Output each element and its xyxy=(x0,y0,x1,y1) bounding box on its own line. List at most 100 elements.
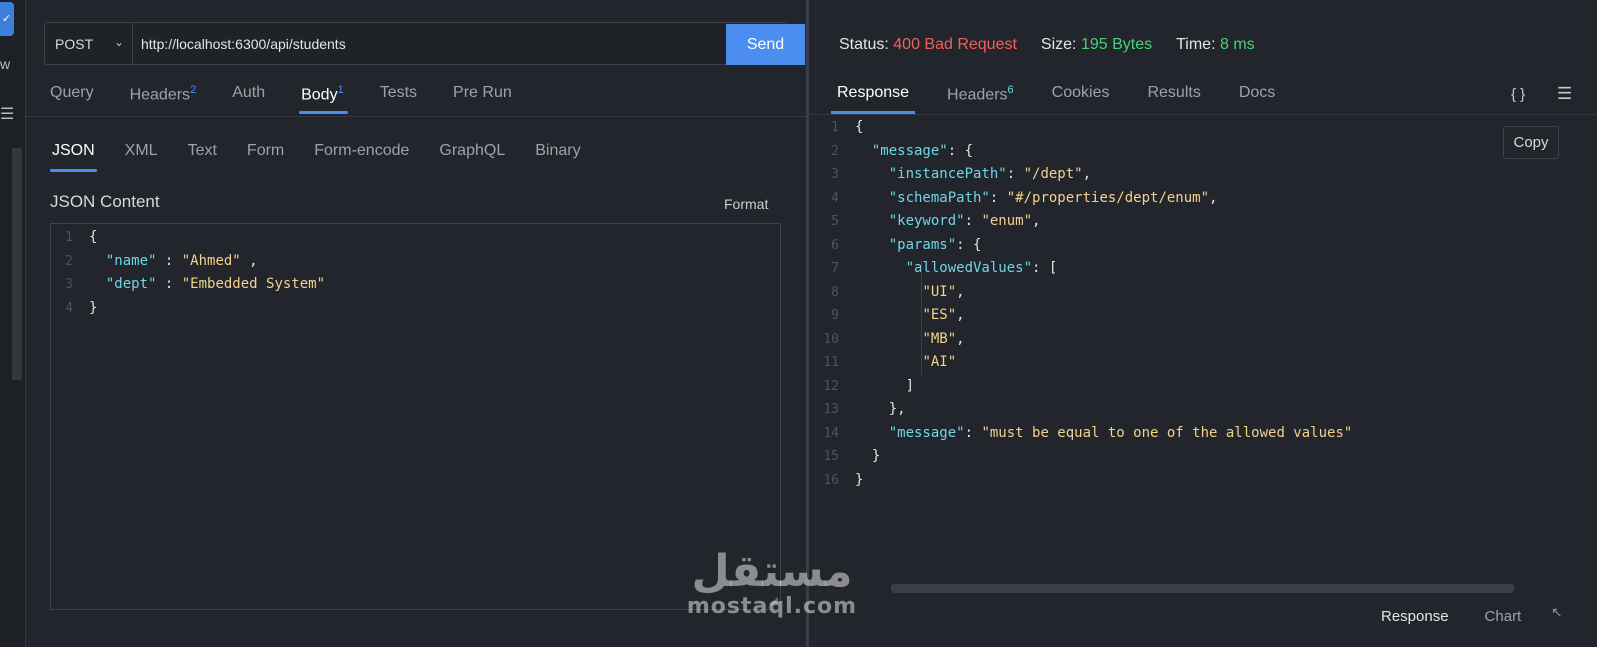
url-input[interactable]: http://localhost:6300/api/students xyxy=(141,23,346,64)
json-punct: , xyxy=(956,330,965,347)
tab-tests[interactable]: Tests xyxy=(380,84,417,114)
json-punct: : xyxy=(989,189,1007,206)
line-number: 3 xyxy=(65,277,73,292)
body-type-form-encode[interactable]: Form-encode xyxy=(314,142,409,172)
body-type-form[interactable]: Form xyxy=(247,142,284,172)
body-type-xml[interactable]: XML xyxy=(125,142,158,172)
response-code: 1{2 "message": {3 "instancePath": "/dept… xyxy=(817,116,1352,492)
request-code: 1{2 "name" : "Ahmed" ,3 "dept" : "Embedd… xyxy=(51,224,780,320)
tab-label: Auth xyxy=(232,84,266,101)
format-button[interactable]: Format xyxy=(724,196,768,212)
json-punct: ] xyxy=(855,377,915,394)
body-type-graphql[interactable]: GraphQL xyxy=(439,142,505,172)
code-line: 2 "message": { xyxy=(817,140,1352,164)
braces-icon[interactable]: { } xyxy=(1511,86,1525,103)
check-icon[interactable]: ✓ xyxy=(0,2,14,36)
send-button[interactable]: Send xyxy=(726,24,805,65)
tab-response[interactable]: Response xyxy=(830,84,916,114)
tab-pre-run[interactable]: Pre Run xyxy=(453,84,512,114)
json-string: "AI" xyxy=(922,354,957,370)
json-key: "message" xyxy=(888,424,965,441)
line-number: 1 xyxy=(831,120,839,135)
code-line: 4} xyxy=(51,297,780,321)
app-window: ✓ w ☰ POST ⌄ http://localhost:6300/api/s… xyxy=(0,0,1597,647)
tab-auth[interactable]: Auth xyxy=(232,84,265,114)
json-key: "params" xyxy=(888,236,957,253)
code-line: 15 } xyxy=(817,445,1352,469)
view-tab-chart[interactable]: Chart xyxy=(1485,608,1522,625)
json-punct: , xyxy=(1082,166,1092,182)
menu-icon[interactable]: ☰ xyxy=(1557,84,1572,104)
json-punct: , xyxy=(1209,189,1218,206)
code-line: 4 "schemaPath": "#/properties/dept/enum"… xyxy=(817,187,1352,211)
json-punct: , xyxy=(956,307,965,323)
json-punct xyxy=(89,273,106,297)
tab-label: Cookies xyxy=(1051,84,1110,101)
json-key: "allowedValues" xyxy=(905,260,1033,276)
tab-query[interactable]: Query xyxy=(50,84,94,114)
body-type-binary[interactable]: Binary xyxy=(535,142,580,172)
code-line: 8 "UI", xyxy=(817,281,1352,305)
view-tab-response[interactable]: Response xyxy=(1381,608,1449,625)
horizontal-scrollbar[interactable] xyxy=(891,584,1514,593)
tab-label: Results xyxy=(1147,84,1201,101)
tab-label: Docs xyxy=(1238,84,1276,101)
json-punct: , xyxy=(240,252,258,269)
json-punct: } xyxy=(855,471,864,488)
json-punct: { xyxy=(89,229,98,245)
tab-cookies[interactable]: Cookies xyxy=(1052,84,1110,114)
json-punct xyxy=(855,422,889,446)
json-punct: { xyxy=(855,119,864,135)
json-string: "must be equal to one of the allowed val… xyxy=(981,424,1353,441)
url-bar: POST ⌄ http://localhost:6300/api/student… xyxy=(44,22,805,65)
line-number: 10 xyxy=(823,331,839,347)
code-line: 1{ xyxy=(817,116,1352,140)
body-type-json[interactable]: JSON xyxy=(50,142,97,172)
response-tabs: Response Headers6 Cookies Results Docs xyxy=(830,84,1313,114)
watermark-domain: mostaql.com xyxy=(686,594,858,619)
code-line: 9 "ES", xyxy=(817,304,1352,328)
json-key: "dept" xyxy=(105,276,157,292)
code-line: 3 "dept" : "Embedded System" xyxy=(51,273,780,297)
line-number: 2 xyxy=(831,143,839,159)
response-pane: Status: 400 Bad Request Size: 195 Bytes … xyxy=(809,0,1597,647)
sidebar-scrollbar[interactable] xyxy=(12,148,22,380)
json-punct: : xyxy=(156,276,182,292)
copy-button[interactable]: Copy xyxy=(1503,126,1559,159)
json-string: "Embedded System" xyxy=(181,276,326,292)
code-line: 5 "keyword": "enum", xyxy=(817,210,1352,234)
method-label: POST xyxy=(55,35,94,52)
chevron-down-icon: ⌄ xyxy=(113,35,124,49)
code-line: 16} xyxy=(817,469,1352,493)
json-string: "MB" xyxy=(922,330,957,347)
json-string: "/dept" xyxy=(1023,166,1083,182)
line-number: 11 xyxy=(823,355,839,370)
line-number: 9 xyxy=(831,308,839,323)
json-punct xyxy=(855,234,889,258)
tab-response-headers[interactable]: Headers6 xyxy=(947,84,1014,114)
request-tabs: Query Headers2 Auth Body1 Tests Pre Run xyxy=(50,84,548,114)
body-type-text[interactable]: Text xyxy=(188,142,217,172)
json-punct: : xyxy=(964,424,982,441)
tab-headers[interactable]: Headers2 xyxy=(130,84,197,114)
activity-letter[interactable]: w xyxy=(0,56,10,72)
tab-label: Body xyxy=(301,86,338,104)
tab-results[interactable]: Results xyxy=(1147,84,1200,114)
json-string: "UI" xyxy=(922,283,957,300)
tab-body[interactable]: Body1 xyxy=(299,84,348,114)
json-punct: : [ xyxy=(1032,260,1058,276)
json-punct: , xyxy=(1032,213,1041,229)
expand-icon[interactable]: ↖ xyxy=(1551,604,1563,621)
tab-docs[interactable]: Docs xyxy=(1239,84,1275,114)
json-punct xyxy=(855,140,872,164)
line-number: 12 xyxy=(823,378,839,394)
line-number: 5 xyxy=(831,214,839,229)
code-line: 14 "message": "must be equal to one of t… xyxy=(817,422,1352,446)
method-select[interactable]: POST ⌄ xyxy=(45,23,133,64)
line-number: 4 xyxy=(65,300,73,316)
json-punct xyxy=(855,328,922,352)
menu-icon[interactable]: ☰ xyxy=(0,104,14,124)
json-punct: : xyxy=(156,252,182,269)
indent-guide xyxy=(921,260,922,375)
watermark: مستقل mostaql.com xyxy=(672,550,872,620)
